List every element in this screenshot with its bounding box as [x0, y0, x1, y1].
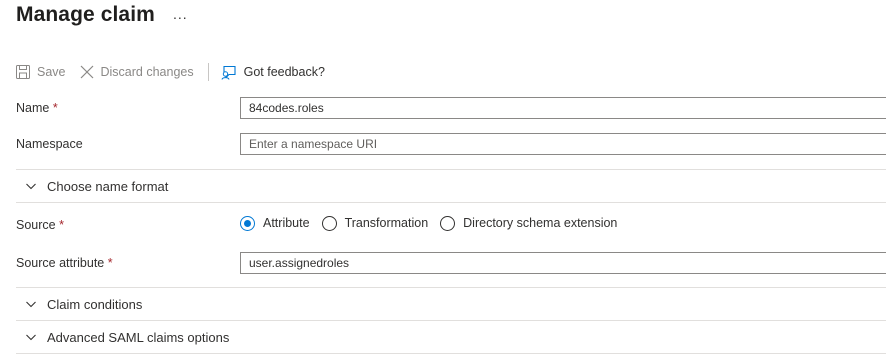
radio-unselected-icon: [321, 215, 337, 231]
feedback-icon: [221, 65, 237, 80]
radio-label: Directory schema extension: [463, 216, 618, 230]
source-radio-group: Attribute Transformation Directory schem…: [240, 214, 629, 232]
radio-label: Transformation: [344, 216, 429, 230]
advanced-saml-options-toggle[interactable]: Advanced SAML claims options: [16, 322, 886, 352]
discard-changes-button[interactable]: Discard changes: [80, 65, 194, 79]
save-button[interactable]: Save: [16, 65, 66, 79]
radio-selected-icon: [240, 215, 255, 231]
save-icon: [16, 65, 30, 79]
feedback-label: Got feedback?: [243, 65, 325, 79]
source-label: Source *: [16, 218, 64, 232]
divider: [16, 353, 886, 354]
choose-name-format-label: Choose name format: [47, 178, 169, 194]
claim-conditions-toggle[interactable]: Claim conditions: [16, 289, 886, 319]
namespace-input[interactable]: [240, 133, 886, 155]
required-asterisk: *: [52, 101, 58, 115]
discard-changes-label: Discard changes: [100, 65, 194, 79]
choose-name-format-toggle[interactable]: Choose name format: [16, 171, 886, 201]
claim-conditions-label: Claim conditions: [47, 296, 143, 312]
chevron-down-icon: [26, 183, 36, 190]
page-title: Manage claim: [16, 3, 155, 26]
advanced-saml-options-label: Advanced SAML claims options: [47, 329, 230, 345]
divider: [16, 169, 886, 170]
source-radio-directory-schema-extension[interactable]: Directory schema extension: [440, 215, 618, 231]
name-input[interactable]: [240, 97, 886, 119]
divider: [16, 202, 886, 203]
source-radio-attribute[interactable]: Attribute: [240, 215, 310, 231]
source-attribute-label: Source attribute *: [16, 256, 113, 270]
namespace-label: Namespace: [16, 137, 83, 151]
chevron-down-icon: [26, 334, 36, 341]
name-label: Name *: [16, 101, 58, 115]
radio-unselected-icon: [440, 215, 456, 231]
required-asterisk: *: [59, 218, 64, 232]
divider: [16, 320, 886, 321]
source-attribute-input[interactable]: [240, 252, 886, 274]
feedback-button[interactable]: Got feedback?: [221, 65, 325, 80]
command-bar: Save Discard changes Got feedback?: [16, 60, 325, 84]
close-icon: [80, 65, 94, 79]
more-options-button[interactable]: ...: [173, 6, 188, 22]
radio-label: Attribute: [263, 216, 310, 230]
chevron-down-icon: [26, 301, 36, 308]
required-asterisk: *: [107, 256, 113, 270]
save-label: Save: [37, 65, 66, 79]
toolbar-divider: [207, 63, 209, 81]
source-radio-transformation[interactable]: Transformation: [321, 215, 429, 231]
divider: [16, 287, 886, 288]
